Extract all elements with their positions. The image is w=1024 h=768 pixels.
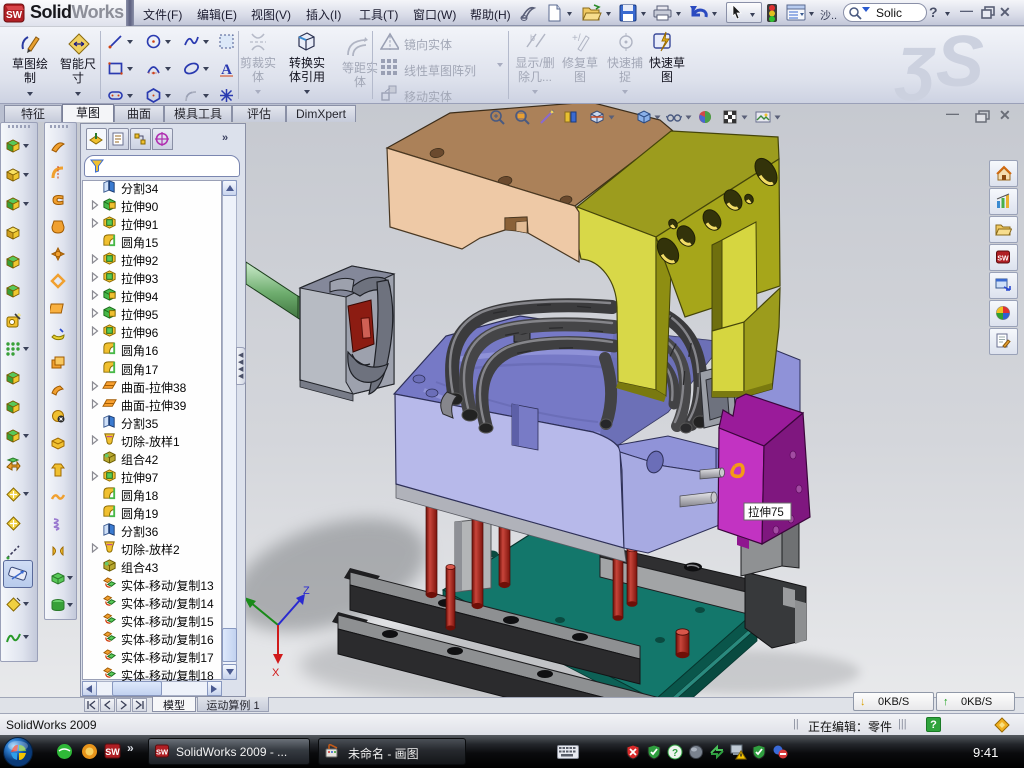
svg-text:SW: SW	[156, 748, 169, 757]
svg-text:b: b	[530, 33, 535, 43]
svg-text:SW: SW	[997, 256, 1009, 263]
svg-text:SW: SW	[105, 747, 120, 757]
svg-text:?: ?	[672, 748, 678, 759]
svg-text:+/: +/	[572, 33, 581, 44]
svg-text:SW: SW	[6, 10, 23, 21]
